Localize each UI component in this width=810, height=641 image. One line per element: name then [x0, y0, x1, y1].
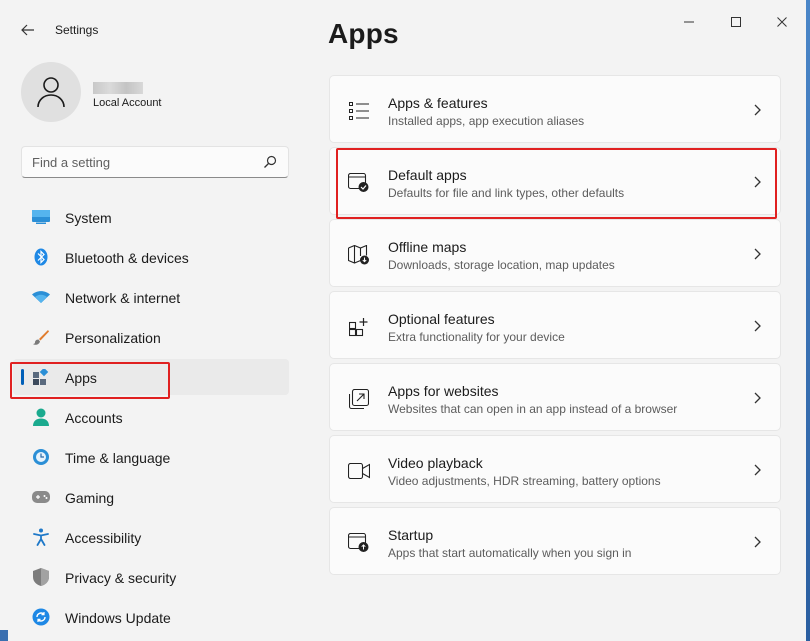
user-name-redacted [93, 82, 143, 94]
chevron-right-icon [754, 464, 761, 476]
card-title: Apps for websites [388, 383, 499, 399]
sidebar-item-time-language[interactable]: Time & language [13, 439, 289, 475]
sidebar-nav: System Bluetooth & devices Network & int… [13, 199, 289, 639]
card-title: Startup [388, 527, 434, 543]
chevron-right-icon [754, 248, 761, 260]
sidebar-item-label: Personalization [65, 330, 161, 346]
list-icon [348, 100, 370, 122]
back-button[interactable] [14, 16, 42, 44]
sidebar-item-system[interactable]: System [13, 199, 289, 235]
card-description: Websites that can open in an app instead… [388, 402, 678, 416]
card-offline-maps[interactable]: Offline maps Downloads, storage location… [329, 219, 781, 287]
wifi-icon [32, 288, 50, 306]
maximize-button[interactable] [713, 8, 759, 36]
desktop-edge [806, 0, 810, 641]
sidebar-item-label: Time & language [65, 450, 171, 466]
chevron-right-icon [754, 392, 761, 404]
card-title: Offline maps [388, 239, 467, 255]
card-description: Extra functionality for your device [388, 330, 565, 344]
sidebar-item-windows-update[interactable]: Windows Update [13, 599, 289, 635]
card-default-apps[interactable]: Default apps Defaults for file and link … [329, 147, 781, 215]
desktop-edge-bottom [0, 630, 8, 641]
add-grid-icon [348, 316, 370, 338]
sidebar-item-label: Apps [65, 370, 97, 386]
card-title: Video playback [388, 455, 483, 471]
sidebar-item-bluetooth[interactable]: Bluetooth & devices [13, 239, 289, 275]
map-download-icon [348, 244, 370, 266]
sidebar-item-apps[interactable]: Apps [13, 359, 289, 395]
gamepad-icon [32, 488, 50, 506]
default-apps-icon [348, 172, 370, 194]
chevron-right-icon [754, 320, 761, 332]
sidebar-item-accounts[interactable]: Accounts [13, 399, 289, 435]
sidebar-item-label: Network & internet [65, 290, 181, 306]
sidebar-item-label: Gaming [65, 490, 115, 506]
search-input[interactable] [32, 153, 252, 171]
card-title: Optional features [388, 311, 495, 327]
bluetooth-icon [32, 248, 50, 266]
card-title: Apps & features [388, 95, 488, 111]
close-button[interactable] [759, 8, 805, 36]
page-title: Apps [328, 18, 399, 49]
shield-icon [32, 568, 50, 586]
card-description: Installed apps, app execution aliases [388, 114, 585, 128]
person-icon [37, 77, 65, 108]
sidebar-item-personalization[interactable]: Personalization [13, 319, 289, 355]
card-description: Defaults for file and link types, other … [388, 186, 625, 200]
sidebar-item-accessibility[interactable]: Accessibility [13, 519, 289, 555]
chevron-right-icon [754, 536, 761, 548]
chevron-right-icon [754, 104, 761, 116]
sidebar-item-label: System [65, 210, 112, 226]
card-title: Default apps [388, 167, 467, 183]
card-description: Video adjustments, HDR streaming, batter… [388, 474, 661, 488]
sidebar-item-label: Bluetooth & devices [65, 250, 189, 266]
close-icon [777, 17, 787, 27]
person-icon [32, 408, 50, 426]
monitor-icon [32, 208, 50, 226]
clock-globe-icon [32, 448, 50, 466]
settings-window: Settings Local Account System Bluet [0, 0, 810, 641]
sidebar-item-label: Accounts [65, 410, 123, 426]
card-video-playback[interactable]: Video playback Video adjustments, HDR st… [329, 435, 781, 503]
card-description: Downloads, storage location, map updates [388, 258, 615, 272]
card-apps-for-websites[interactable]: Apps for websites Websites that can open… [329, 363, 781, 431]
apps-settings-list: Apps & features Installed apps, app exec… [329, 75, 781, 579]
sidebar-item-label: Accessibility [65, 530, 142, 546]
accessibility-icon [32, 528, 50, 546]
update-icon [32, 608, 50, 626]
card-apps-features[interactable]: Apps & features Installed apps, app exec… [329, 75, 781, 143]
card-description: Apps that start automatically when you s… [388, 546, 632, 560]
brush-icon [32, 328, 50, 346]
video-icon [348, 460, 370, 482]
title-bar: Settings [0, 0, 810, 44]
minimize-icon [684, 21, 694, 23]
search-icon[interactable] [263, 155, 277, 169]
maximize-icon [731, 17, 741, 27]
arrow-left-icon [21, 24, 34, 36]
app-title: Settings [55, 23, 99, 37]
sidebar-item-privacy[interactable]: Privacy & security [13, 559, 289, 595]
avatar[interactable] [21, 62, 81, 122]
chevron-right-icon [754, 176, 761, 188]
sidebar-item-network[interactable]: Network & internet [13, 279, 289, 315]
search-box[interactable] [21, 146, 289, 178]
minimize-button[interactable] [666, 8, 712, 36]
apps-icon [32, 368, 50, 386]
card-optional-features[interactable]: Optional features Extra functionality fo… [329, 291, 781, 359]
account-type: Local Account [93, 97, 162, 109]
startup-icon [348, 532, 370, 554]
open-in-app-icon [348, 388, 370, 410]
sidebar-item-gaming[interactable]: Gaming [13, 479, 289, 515]
sidebar-item-label: Windows Update [65, 610, 171, 626]
sidebar-item-label: Privacy & security [65, 570, 177, 586]
card-startup[interactable]: Startup Apps that start automatically wh… [329, 507, 781, 575]
selection-indicator [21, 369, 24, 385]
